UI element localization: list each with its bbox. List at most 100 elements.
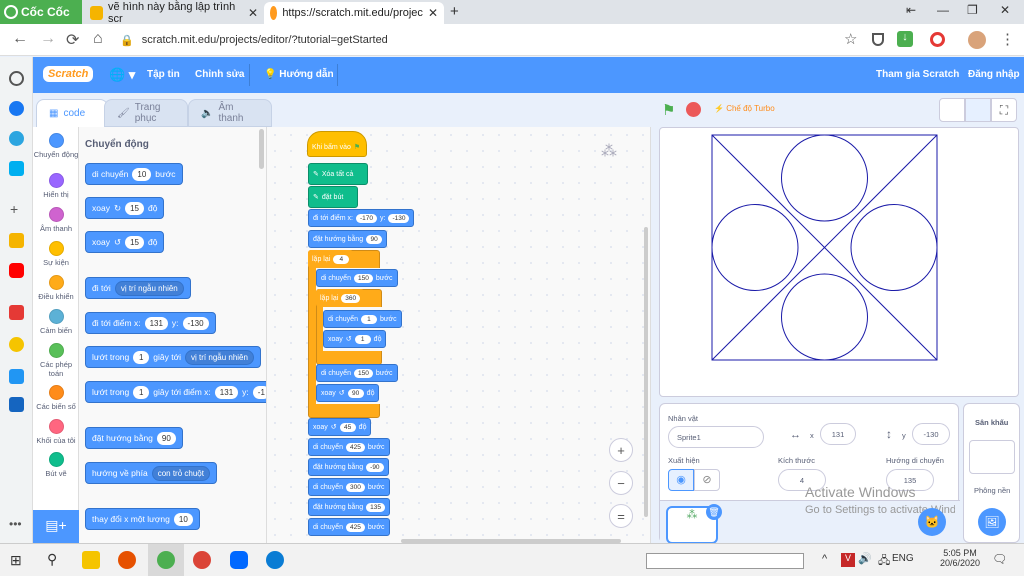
game-app-icon[interactable] [118,551,136,569]
language-globe-icon[interactable]: 🌐 ▾ [109,67,135,83]
tray-v-icon[interactable]: V [841,553,855,567]
zoom-out-button[interactable]: − [609,471,633,495]
menu-tutorial[interactable]: 💡 Hướng dẫn [264,69,334,80]
zalo-taskbar-icon[interactable] [230,551,248,569]
join-scratch-link[interactable]: Tham gia Scratch [876,69,959,80]
more-menu-icon[interactable]: ⋮ [1000,30,1015,48]
sign-in-link[interactable]: Đăng nhập [968,69,1020,80]
block-glide-xy[interactable]: lướt trong 1 giây tới điểm x: 131 y: -1 [85,381,266,403]
add-sidebar-icon[interactable]: + [10,201,18,217]
close-window-button[interactable]: ✕ [1000,3,1010,17]
category-9[interactable]: Khối của tôi [33,419,79,445]
bookmark-star-icon[interactable]: ☆ [844,30,857,48]
choose-backdrop-icon[interactable]: 🖼 [978,508,1006,536]
windows-start-icon[interactable]: ⊞ [10,552,22,569]
block-glide[interactable]: lướt trong 1 giây tới vị trí ngẫu nhiên [85,346,261,368]
tiki-icon[interactable] [9,369,24,384]
show-eye-icon[interactable]: ◉ [668,469,694,491]
tab-code[interactable]: ▦ code [36,99,108,127]
block-goto[interactable]: đi tới vị trí ngẫu nhiên [85,277,191,299]
script-move-150[interactable]: di chuyển 150 bước [316,269,398,287]
volume-icon[interactable]: 🔊 [858,552,872,565]
stage-canvas[interactable] [659,127,1019,397]
taskbar-address-box[interactable] [646,553,804,569]
search-icon[interactable]: ⚲ [47,551,57,568]
youtube-icon[interactable] [9,263,24,278]
history-icon[interactable] [9,71,24,86]
tab-search-icon[interactable]: ⇤ [906,3,916,17]
hoc24-sidebar-icon[interactable] [9,233,24,248]
chrome-taskbar-icon[interactable] [193,551,211,569]
tray-chevron-icon[interactable]: ^ [822,553,827,565]
script-turn-90[interactable]: xoay ↺ 90 độ [316,384,380,402]
category-10[interactable]: Bút vẽ [33,452,79,478]
category-1[interactable]: Chuyển động [33,133,79,159]
browser-tab-2[interactable]: https://scratch.mit.edu/projec ✕ [264,2,444,24]
mascot-icon[interactable] [9,337,24,352]
tab-sounds[interactable]: 🔈 Âm thanh [188,99,272,127]
script-point-neg90[interactable]: đặt hướng bằng -90 [308,458,389,476]
category-7[interactable]: Các phép toán [33,343,79,378]
block-move-steps[interactable]: di chuyển 10 bước [85,163,183,185]
taskbar-clock[interactable]: 5:05 PM 20/6/2020 [936,548,984,568]
block-turn-right[interactable]: xoay ↻ 15 độ [85,197,165,219]
green-flag-button[interactable]: ⚑ [662,101,675,119]
profile-avatar[interactable] [968,31,986,49]
block-point-towards[interactable]: hướng về phía con trỏ chuột [85,462,217,484]
menu-file[interactable]: Tập tin [147,69,180,80]
block-change-x[interactable]: thay đổi x một lượng 10 [85,508,200,530]
small-stage-button[interactable] [939,98,965,122]
script-move-300[interactable]: di chuyển 300 bước [308,478,390,496]
x-input[interactable]: 131 [820,423,856,445]
browser-tab-1[interactable]: vẽ hình này bằng lập trình scr ✕ [84,1,264,25]
hide-eye-icon[interactable]: ⊘ [694,469,720,491]
script-area[interactable]: ⁂ Khi bấm vào ⚑ ✎ Xóa tất cả ✎ đặt bút đi t… [267,127,651,543]
stage-thumbnail[interactable] [969,440,1015,474]
zoom-in-button[interactable]: + [609,438,633,462]
sprite-name-input[interactable]: Sprite1 [668,426,764,448]
category-6[interactable]: Cảm biến [33,309,79,335]
coccoc-menu-button[interactable]: Cốc Cốc [0,0,82,24]
network-icon[interactable]: 🖧 [878,552,890,571]
delete-sprite-icon[interactable]: 🗑 [706,504,722,520]
y-input[interactable]: -130 [912,423,950,445]
sale-icon[interactable] [9,397,24,412]
menu-edit[interactable]: Chỉnh sửa [195,69,244,80]
file-explorer-icon[interactable] [82,551,100,569]
forward-icon[interactable]: → [40,30,56,48]
category-5[interactable]: Điều khiển [33,275,79,301]
shield-icon[interactable] [872,33,884,46]
language-indicator[interactable]: ENG [892,553,914,564]
script-move-1[interactable]: di chuyển 1 bước [323,310,402,328]
block-turn-left[interactable]: xoay ↺ 15 độ [85,231,165,253]
script-goto-xy[interactable]: đi tới điểm x: -170 y: -130 [308,209,415,227]
notifications-icon[interactable]: 🗨 [992,552,1007,566]
script-pen-erase[interactable]: ✎ Xóa tất cả [308,163,368,185]
script-point-135[interactable]: đặt hướng bằng 135 [308,498,391,516]
coccoc-extension-icon[interactable] [930,32,945,47]
category-8[interactable]: Các biến số [33,385,79,411]
large-stage-button[interactable] [965,98,991,122]
shopping-icon[interactable] [9,305,24,320]
category-4[interactable]: Sự kiện [33,241,79,267]
messenger-icon[interactable] [9,101,24,116]
block-point-direction[interactable]: đặt hướng bằng 90 [85,427,183,449]
new-tab-button[interactable]: + [450,3,459,20]
edge-taskbar-icon[interactable] [266,551,284,569]
script-point-90[interactable]: đặt hướng bằng 90 [308,230,388,248]
home-icon[interactable]: ⌂ [93,30,103,48]
script-pen-down[interactable]: ✎ đặt bút [308,186,358,208]
script-turn-1[interactable]: xoay ↺ 1 độ [323,330,387,348]
category-2[interactable]: Hiển thị [33,173,79,199]
minimize-button[interactable]: — [937,3,949,17]
coccoc-taskbar-icon[interactable] [157,551,175,569]
telegram-icon[interactable] [9,131,24,146]
category-3[interactable]: Âm thanh [33,207,79,233]
script-move-425[interactable]: di chuyển 425 bước [308,438,390,456]
zoom-reset-button[interactable]: = [609,504,633,528]
script-vertical-scrollbar[interactable] [644,227,648,517]
maximize-button[interactable]: ❐ [967,3,978,17]
choose-sprite-icon[interactable]: 🐱 [918,508,946,536]
skype-icon[interactable] [9,161,24,176]
close-tab-icon[interactable]: ✕ [248,6,258,20]
